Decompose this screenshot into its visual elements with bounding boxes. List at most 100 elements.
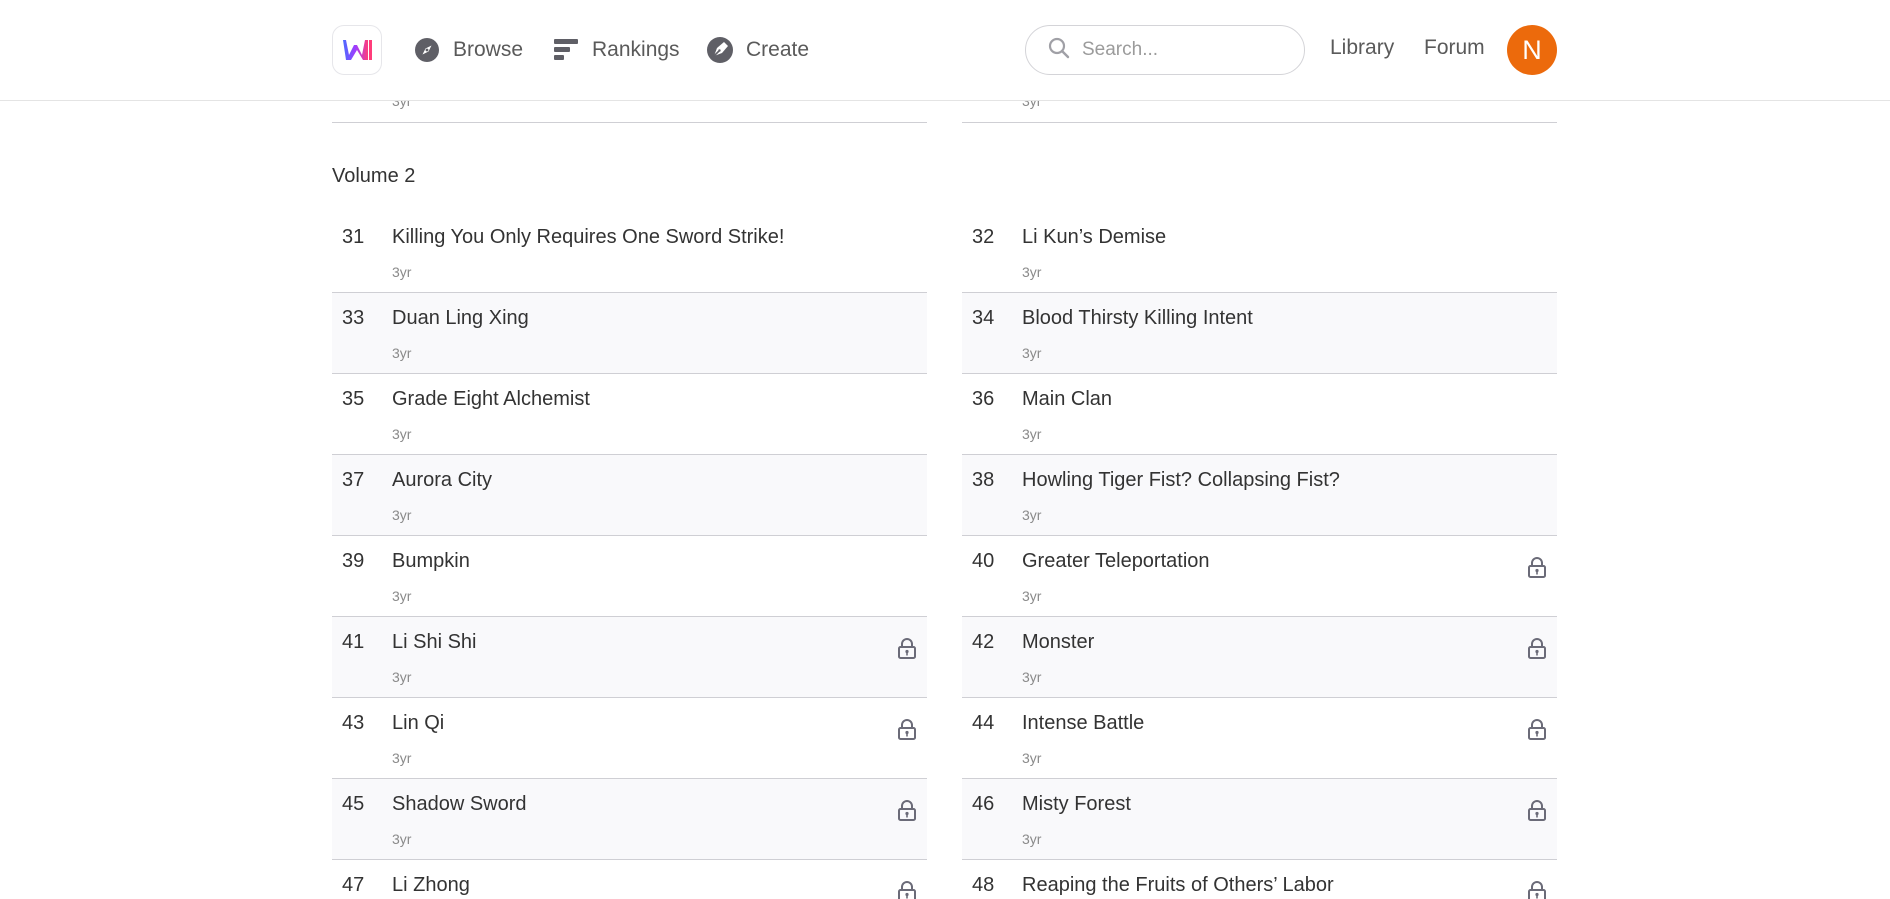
search-input[interactable]	[1082, 39, 1282, 61]
chapter-time: 3yr	[392, 588, 412, 604]
chapter-row: 47 Li Zhong 48 Reaping the Fruits of Others…	[332, 860, 1557, 899]
chapter-item[interactable]: 32 Li Kun’s Demise 3yr	[962, 212, 1557, 293]
chapter-number: 43	[342, 712, 365, 734]
chapter-time: 3yr	[1022, 507, 1042, 523]
chapter-item[interactable]: 38 Howling Tiger Fist? Collapsing Fist? 3y…	[962, 455, 1557, 536]
chapter-title: Lin Qi	[392, 712, 445, 734]
chapter-item[interactable]: 44 Intense Battle 3yr	[962, 698, 1557, 779]
compass-icon	[413, 36, 441, 64]
chapter-item[interactable]: 48 Reaping the Fruits of Others’ Labor	[962, 860, 1557, 899]
chapter-title: Li Shi Shi	[392, 631, 477, 653]
chapter-number: 32	[972, 226, 995, 248]
chapter-row: 33 Duan Ling Xing 3yr 34 Blood Thirsty Killi…	[332, 293, 1557, 374]
chapter-title: Grade Eight Alchemist	[392, 388, 590, 410]
chapter-item[interactable]: 45 Shadow Sword 3yr	[332, 779, 927, 860]
nav-browse[interactable]: Browse	[413, 32, 523, 68]
chapter-row: 37 Aurora City 3yr 38 Howling Tiger Fist? Co…	[332, 455, 1557, 536]
chapter-time: 3yr	[392, 264, 412, 280]
chapter-number: 39	[342, 550, 365, 572]
chapter-title: Li Kun’s Demise	[1022, 226, 1167, 248]
chapter-title: Li Zhong	[392, 874, 470, 896]
lock-icon	[1527, 556, 1547, 578]
chapter-item[interactable]: 42 Monster 3yr	[962, 617, 1557, 698]
chapter-title: Killing You Only Requires One Sword Stri…	[392, 226, 785, 248]
chapter-row: 35 Grade Eight Alchemist 3yr 36 Main Clan 3yr	[332, 374, 1557, 455]
lock-icon	[1527, 880, 1547, 899]
chapter-time: 3yr	[1022, 831, 1042, 847]
volume-title: Volume 2	[332, 165, 416, 187]
chapter-number: 44	[972, 712, 995, 734]
chapter-number: 37	[342, 469, 365, 491]
chapter-item[interactable]: 41 Li Shi Shi 3yr	[332, 617, 927, 698]
chapter-title: Monster	[1022, 631, 1095, 653]
chapter-time: 3yr	[1022, 588, 1042, 604]
chapter-title: Reaping the Fruits of Others’ Labor	[1022, 874, 1334, 896]
chapter-title: Duan Ling Xing	[392, 307, 529, 329]
chapter-time: 3yr	[1022, 750, 1042, 766]
chapter-time: 3yr	[392, 426, 412, 442]
library-link[interactable]: Library	[1330, 36, 1394, 60]
chapter-number: 40	[972, 550, 995, 572]
chapter-item[interactable]: 43 Lin Qi 3yr	[332, 698, 927, 779]
nav-rankings[interactable]: Rankings	[552, 32, 680, 68]
chapter-item[interactable]: 36 Main Clan 3yr	[962, 374, 1557, 455]
nav-create-label: Create	[746, 38, 810, 61]
chapter-row: 31 Killing You Only Requires One Sword St…	[332, 212, 1557, 293]
app-logo[interactable]	[332, 25, 382, 75]
chapter-item[interactable]: 39 Bumpkin 3yr	[332, 536, 927, 617]
nav-create[interactable]: Create	[706, 32, 809, 68]
chapter-time: 3yr	[392, 750, 412, 766]
chapter-number: 34	[972, 307, 995, 329]
chapter-time: 3yr	[392, 345, 412, 361]
search-box[interactable]	[1025, 25, 1305, 75]
chapter-item[interactable]: 34 Blood Thirsty Killing Intent 3yr	[962, 293, 1557, 374]
user-avatar[interactable]: N	[1507, 25, 1557, 75]
chapter-number: 45	[342, 793, 365, 815]
top-header: Browse Rankings Create Library Forum N	[0, 0, 1890, 101]
lock-icon	[1527, 718, 1547, 740]
chapter-row: 43 Lin Qi 3yr 44 Intense Battle 3yr	[332, 698, 1557, 779]
chapter-row: 45 Shadow Sword 3yr 46 Misty Forest 3yr	[332, 779, 1557, 860]
chapter-number: 36	[972, 388, 995, 410]
lock-icon	[897, 880, 917, 899]
chapter-number: 48	[972, 874, 995, 896]
lock-icon	[897, 637, 917, 659]
chapter-item[interactable]: 33 Duan Ling Xing 3yr	[332, 293, 927, 374]
chapter-row: 41 Li Shi Shi 3yr 42 Monster 3yr	[332, 617, 1557, 698]
lock-icon	[897, 718, 917, 740]
rankings-bars-icon	[552, 36, 580, 64]
chapter-number: 38	[972, 469, 995, 491]
chapter-row: 39 Bumpkin 3yr 40 Greater Teleportation 3yr	[332, 536, 1557, 617]
chapter-number: 47	[342, 874, 365, 896]
chapter-item[interactable]: 31 Killing You Only Requires One Sword St…	[332, 212, 927, 293]
forum-link[interactable]: Forum	[1424, 36, 1485, 60]
lock-icon	[1527, 637, 1547, 659]
chapter-time: 3yr	[1022, 345, 1042, 361]
chapter-item[interactable]: 47 Li Zhong	[332, 860, 927, 899]
chapter-number: 41	[342, 631, 365, 653]
chapter-title: Misty Forest	[1022, 793, 1131, 815]
chapter-title: Bumpkin	[392, 550, 470, 572]
chapter-number: 46	[972, 793, 995, 815]
chapter-title: Blood Thirsty Killing Intent	[1022, 307, 1253, 329]
chapter-item[interactable]: 40 Greater Teleportation 3yr	[962, 536, 1557, 617]
chapter-title: Aurora City	[392, 469, 493, 491]
chapter-number: 31	[342, 226, 365, 248]
pen-nib-icon	[706, 36, 734, 64]
chapter-title: Intense Battle	[1022, 712, 1145, 734]
chapter-item[interactable]: 35 Grade Eight Alchemist 3yr	[332, 374, 927, 455]
chapter-item[interactable]: 46 Misty Forest 3yr	[962, 779, 1557, 860]
chapter-number: 42	[972, 631, 995, 653]
chapter-number: 33	[342, 307, 365, 329]
chapter-time: 3yr	[392, 669, 412, 685]
lock-icon	[1527, 799, 1547, 821]
chapter-title: Greater Teleportation	[1022, 550, 1210, 572]
search-icon	[1048, 37, 1070, 64]
chapter-item[interactable]: 37 Aurora City 3yr	[332, 455, 927, 536]
chapter-time: 3yr	[392, 831, 412, 847]
chapter-time: 3yr	[1022, 426, 1042, 442]
app-logo-icon	[343, 40, 372, 60]
chapter-time: 3yr	[392, 507, 412, 523]
chapter-title: Main Clan	[1022, 388, 1113, 410]
chapter-time: 3yr	[1022, 264, 1042, 280]
